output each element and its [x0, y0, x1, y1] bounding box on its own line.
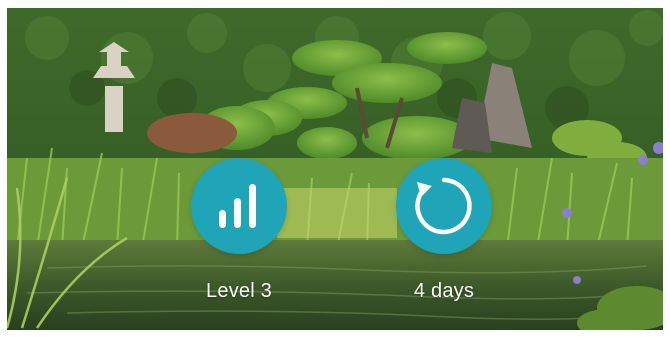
refresh-circle-icon — [415, 177, 472, 235]
signal-bars-icon — [219, 184, 256, 228]
water-level-badge — [191, 158, 287, 254]
interval-label: 4 days — [413, 280, 475, 302]
garden-photo — [7, 8, 663, 330]
garden-photo-frame: Level 3 4 days — [7, 8, 663, 330]
interval-badge — [396, 158, 492, 254]
water-level-label: Level 3 — [206, 280, 272, 302]
